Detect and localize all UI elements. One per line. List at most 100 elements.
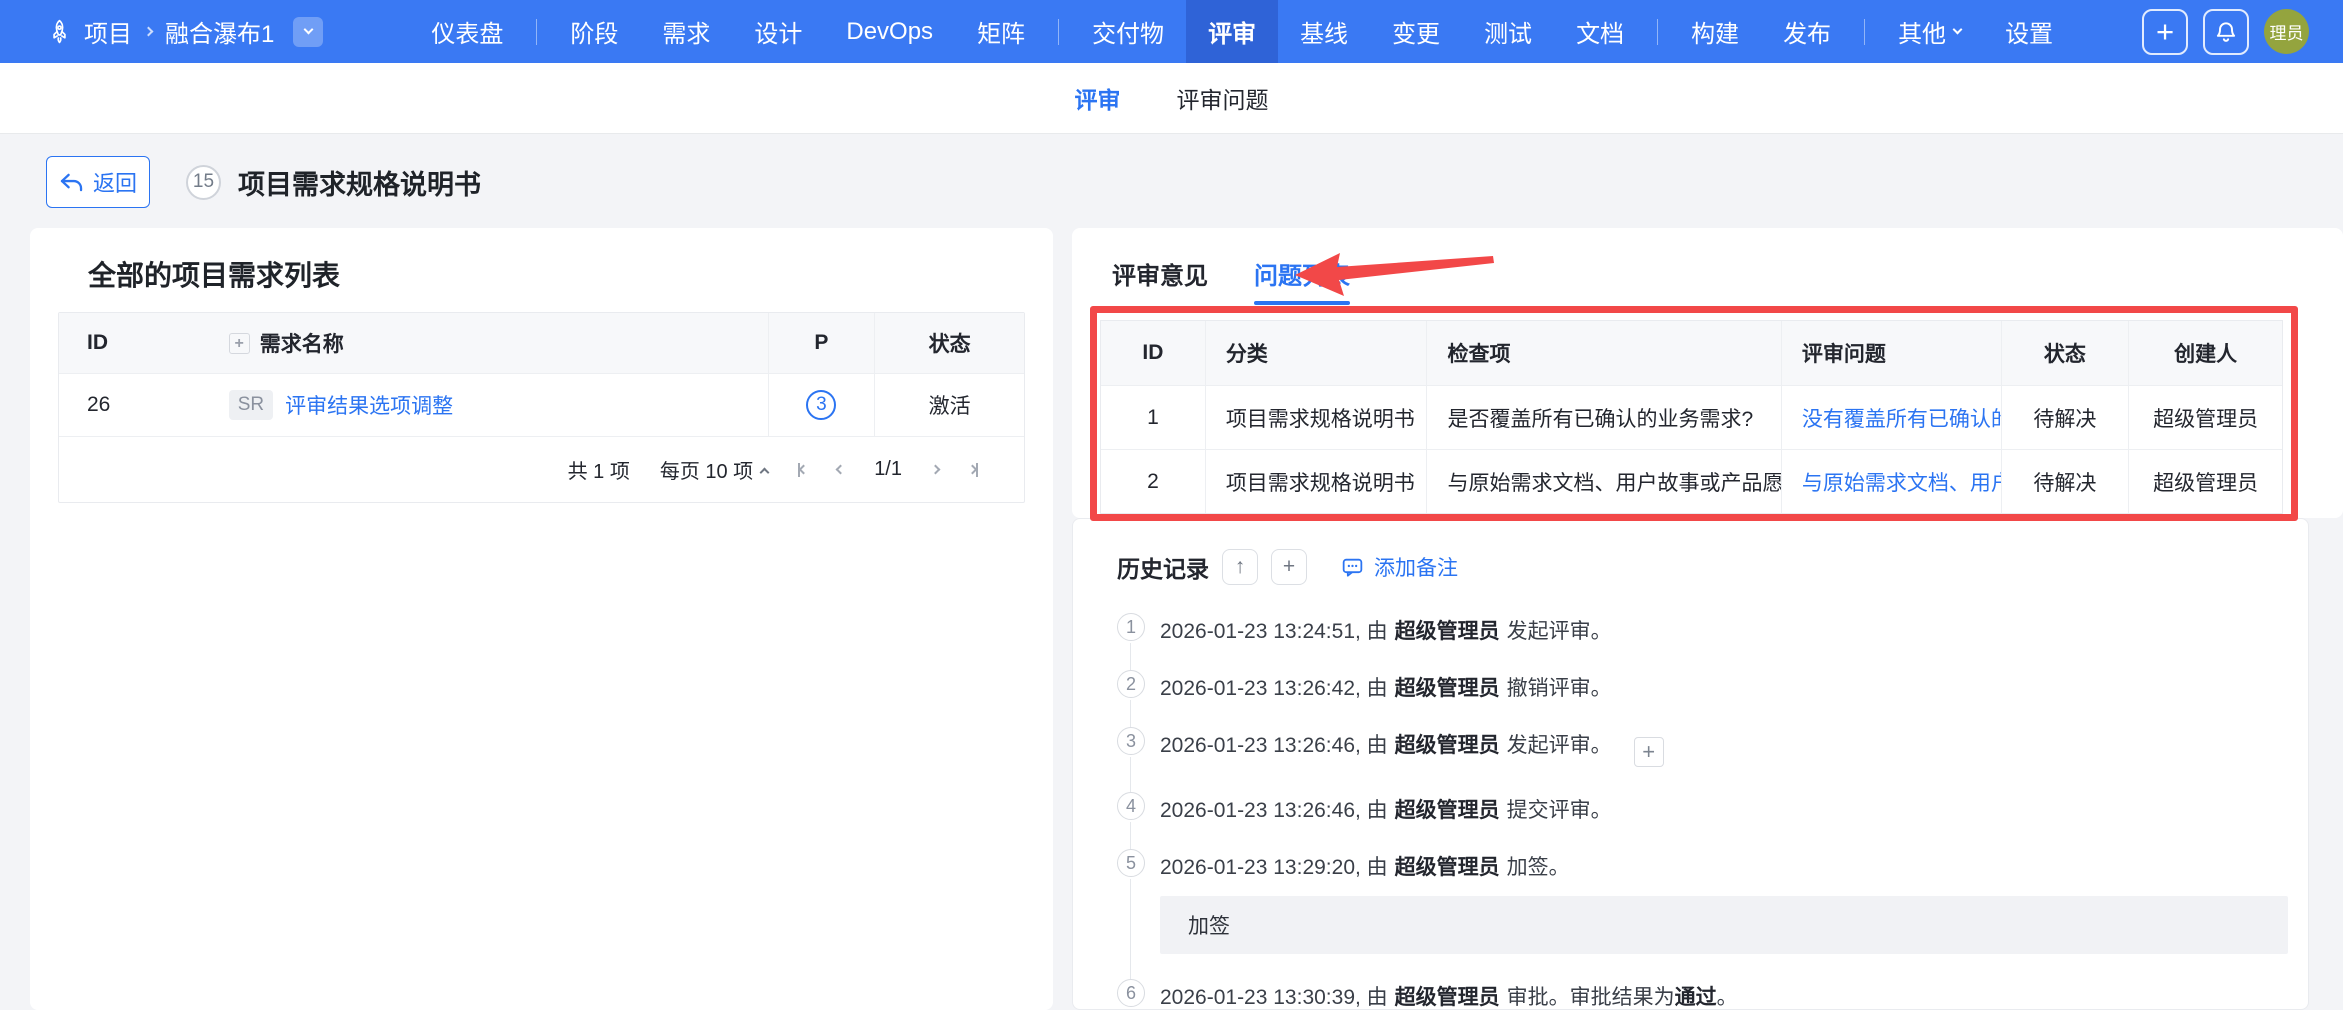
nav-item-baseline[interactable]: 基线	[1278, 0, 1370, 63]
story-type-badge: SR	[229, 390, 273, 420]
chevron-right-icon	[144, 27, 154, 37]
issue-link[interactable]: 没有覆盖所有已确认的	[1781, 386, 2001, 449]
expand-entry-button[interactable]: +	[1634, 737, 1664, 767]
nav-item-review[interactable]: 评审	[1186, 0, 1278, 63]
issue-category: 项目需求规格说明书	[1205, 386, 1427, 449]
last-page-button[interactable]	[969, 463, 978, 477]
arrow-up-icon: ↑	[1235, 555, 1246, 579]
issues-table: ID 分类 检查项 评审问题 状态 创建人 1 项目需求规格说明书 是否覆盖所有…	[1100, 320, 2283, 514]
issue-link[interactable]: 与原始需求文档、用户	[1781, 450, 2001, 513]
collapse-button[interactable]: ↑	[1222, 549, 1258, 585]
col-id[interactable]: ID	[59, 331, 229, 355]
issue-id: 1	[1101, 386, 1205, 449]
issue-id: 2	[1101, 450, 1205, 513]
nav-item-design[interactable]: 设计	[732, 0, 824, 63]
table-row: 1 项目需求规格说明书 是否覆盖所有已确认的业务需求? 没有覆盖所有已确认的 待…	[1101, 385, 2282, 449]
col-priority[interactable]: P	[768, 313, 875, 373]
entry-number: 3	[1117, 727, 1145, 755]
plus-icon: +	[2156, 14, 2174, 50]
chevron-down-icon	[303, 24, 313, 34]
issue-category: 项目需求规格说明书	[1205, 450, 1427, 513]
requirement-name-link[interactable]: 评审结果选项调整	[285, 390, 453, 420]
nav-item-dashboard[interactable]: 仪表盘	[409, 0, 525, 63]
nav-item-matrix[interactable]: 矩阵	[955, 0, 1047, 63]
review-panel: 评审意见 问题列表 ID 分类 检查项 评审问题 状态 创建人 1 项目需求规格…	[1072, 228, 2343, 518]
history-entry: 6 2026-01-23 13:30:39, 由超级管理员审批。审批结果为通过。	[1117, 979, 2308, 1010]
subnav-tab-review-issues[interactable]: 评审问题	[1177, 81, 1269, 115]
nav-divider	[536, 19, 537, 45]
back-button[interactable]: 返回	[46, 156, 150, 208]
page-indicator: 1/1	[874, 458, 902, 481]
nav-divider	[1058, 19, 1059, 45]
issue-check-item: 与原始需求文档、用户故事或产品愿	[1426, 450, 1780, 513]
col-id[interactable]: ID	[1101, 321, 1205, 385]
col-status[interactable]: 状态	[874, 313, 1024, 373]
first-page-button[interactable]	[798, 463, 807, 477]
expand-all-icon[interactable]: +	[229, 333, 250, 354]
nav-item-deliverable[interactable]: 交付物	[1070, 0, 1186, 63]
nav-item-more[interactable]: 其他	[1876, 0, 1983, 63]
history-entry: 1 2026-01-23 13:24:51, 由超级管理员发起评审。	[1117, 613, 2308, 645]
nav-item-devops[interactable]: DevOps	[824, 0, 955, 63]
tab-issue-list[interactable]: 问题列表	[1254, 256, 1350, 305]
entry-number: 5	[1117, 849, 1145, 877]
nav-item-doc[interactable]: 文档	[1554, 0, 1646, 63]
col-creator[interactable]: 创建人	[2128, 321, 2282, 385]
nav-item-story[interactable]: 需求	[640, 0, 732, 63]
history-panel: 历史记录 ↑ + 添加备注 1 2026-01-23 13:24:51, 由超级…	[1072, 518, 2309, 1010]
subnav-tab-review[interactable]: 评审	[1075, 81, 1121, 115]
nav-item-settings[interactable]: 设置	[1983, 0, 2075, 63]
issue-creator: 超级管理员	[2128, 450, 2282, 513]
breadcrumb-project[interactable]: 融合瀑布1	[165, 14, 274, 49]
pagination: 共 1 项 每页 10 项 1/1	[59, 436, 1024, 502]
entry-user: 超级管理员	[1395, 986, 1500, 1009]
tab-review-opinion[interactable]: 评审意见	[1112, 256, 1208, 305]
requirements-table: ID + 需求名称 P 状态 26 SR 评审结果选项调整 3 激活 共 1 项…	[58, 312, 1025, 503]
nav-item-build[interactable]: 构建	[1669, 0, 1761, 63]
status-badge: 激活	[874, 374, 1024, 436]
col-category[interactable]: 分类	[1205, 321, 1427, 385]
rocket-icon	[46, 18, 73, 45]
entry-user: 超级管理员	[1395, 734, 1500, 757]
history-entry: 5 2026-01-23 13:29:20, 由超级管理员加签。 加签	[1117, 849, 2308, 954]
requirement-id: 26	[59, 393, 229, 417]
breadcrumb: 项目 融合瀑布1	[0, 14, 323, 49]
project-switcher[interactable]	[293, 17, 323, 47]
requirements-table-header: ID + 需求名称 P 状态	[59, 313, 1024, 373]
issue-creator: 超级管理员	[2128, 386, 2282, 449]
issue-check-item: 是否覆盖所有已确认的业务需求?	[1426, 386, 1780, 449]
create-button[interactable]: +	[2142, 9, 2188, 55]
page-header: 返回 15 项目需求规格说明书	[46, 156, 481, 208]
entry-number: 4	[1117, 792, 1145, 820]
user-avatar[interactable]: 理员	[2264, 9, 2309, 54]
nav-item-change[interactable]: 变更	[1370, 0, 1462, 63]
next-page-button[interactable]	[932, 466, 939, 473]
nav-item-release[interactable]: 发布	[1761, 0, 1853, 63]
page-title: 项目需求规格说明书	[238, 163, 481, 202]
col-status[interactable]: 状态	[2001, 321, 2129, 385]
nav-divider	[1657, 19, 1658, 45]
nav-item-test[interactable]: 测试	[1462, 0, 1554, 63]
col-review-issue[interactable]: 评审问题	[1781, 321, 2001, 385]
col-name[interactable]: + 需求名称	[229, 328, 768, 358]
history-entry: 2 2026-01-23 13:26:42, 由超级管理员撤销评审。	[1117, 670, 2308, 702]
approval-result: 通过	[1675, 986, 1717, 1009]
nav-item-stage[interactable]: 阶段	[548, 0, 640, 63]
breadcrumb-product[interactable]: 项目	[84, 14, 132, 49]
bell-icon	[2213, 19, 2239, 45]
prev-page-button[interactable]	[837, 466, 844, 473]
expand-all-button[interactable]: +	[1271, 549, 1307, 585]
history-entry: 3 2026-01-23 13:26:46, 由超级管理员发起评审。+	[1117, 727, 2308, 767]
notifications-button[interactable]	[2203, 9, 2249, 55]
chevron-down-icon	[1953, 24, 1963, 34]
per-page-selector[interactable]: 每页 10 项	[660, 455, 768, 484]
history-title: 历史记录	[1117, 550, 1209, 584]
entry-user: 超级管理员	[1395, 677, 1500, 700]
history-entry: 4 2026-01-23 13:26:46, 由超级管理员提交评审。	[1117, 792, 2308, 824]
issue-status: 待解决	[2001, 386, 2129, 449]
requirements-panel: 全部的项目需求列表 ID + 需求名称 P 状态 26 SR 评审结果选项调整 …	[30, 228, 1053, 1010]
col-check-item[interactable]: 检查项	[1426, 321, 1780, 385]
plus-icon: +	[1283, 555, 1295, 579]
secondary-navigation: 评审 评审问题	[0, 63, 2343, 134]
add-note-button[interactable]: 添加备注	[1340, 552, 1458, 582]
